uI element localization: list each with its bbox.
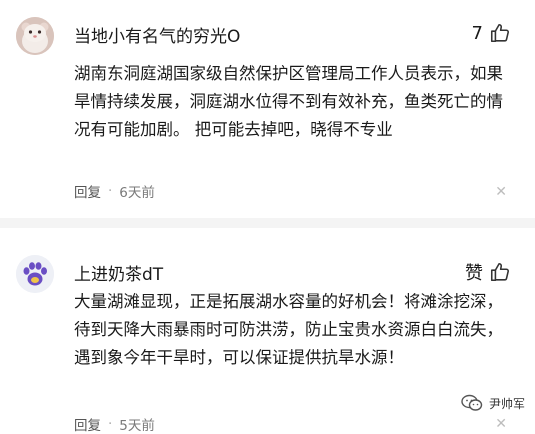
avatar[interactable] <box>16 17 54 55</box>
username[interactable]: 上进奶茶dT <box>74 260 163 285</box>
watermark: 尹帅军 <box>461 394 525 412</box>
like-button[interactable]: 7 <box>472 22 511 44</box>
reply-button[interactable]: 回复 <box>74 181 101 201</box>
like-label: 赞 <box>465 263 483 284</box>
hamster-avatar-icon <box>16 17 54 55</box>
comment-item: 当地小有名气的穷光O 7 湖南东洞庭湖国家级自然保护区管理局工作人员表示，如果旱… <box>0 0 535 218</box>
close-icon[interactable]: ✕ <box>495 184 507 200</box>
like-count: 7 <box>471 22 483 44</box>
comment-text: 大量湖滩显现，正是拓展湖水容量的好机会！将滩涂挖深，待到天降大雨暴雨时可防洪涝，… <box>74 292 503 367</box>
timestamp: 6天前 <box>119 185 155 201</box>
avatar[interactable] <box>16 255 54 293</box>
comment-divider <box>0 218 535 228</box>
username[interactable]: 当地小有名气的穷光O <box>74 22 240 47</box>
comment-text: 湖南东洞庭湖国家级自然保护区管理局工作人员表示，如果旱情持续发展，洞庭湖水位得不… <box>74 64 503 139</box>
meta-separator: · <box>108 183 113 199</box>
wechat-logo-icon <box>461 394 483 411</box>
like-button[interactable]: 赞 <box>465 259 511 285</box>
comment-item: 上进奶茶dT 赞 大量湖滩显现，正是拓展湖水容量的好机会！将滩涂挖深，待到天降大… <box>0 228 535 434</box>
meta-separator: · <box>108 416 113 432</box>
thumbs-up-icon <box>490 23 509 43</box>
comment-meta: 回复 · 6天前 <box>74 181 155 201</box>
watermark-label: 尹帅军 <box>488 396 525 411</box>
thumbs-up-icon <box>490 262 509 282</box>
close-icon[interactable]: ✕ <box>495 416 507 432</box>
comment-meta: 回复 · 5天前 <box>74 414 155 434</box>
paw-avatar-icon <box>16 255 54 293</box>
timestamp: 5天前 <box>119 418 155 434</box>
reply-button[interactable]: 回复 <box>74 414 101 434</box>
